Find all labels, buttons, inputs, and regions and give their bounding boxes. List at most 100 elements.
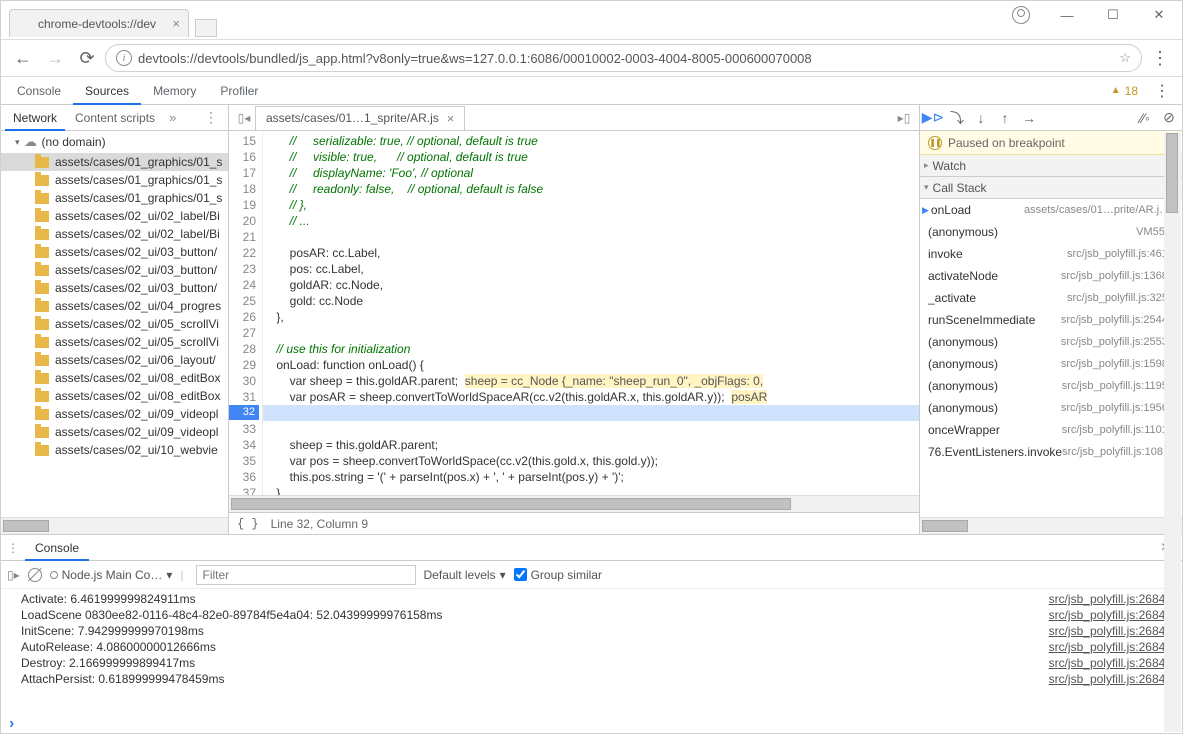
- panel-tab-profiler[interactable]: Profiler: [208, 77, 270, 105]
- editor-tab-close-icon[interactable]: ×: [447, 111, 455, 126]
- reload-button[interactable]: ⟳: [73, 44, 101, 72]
- file-tree-folder[interactable]: assets/cases/02_ui/03_button/: [1, 243, 228, 261]
- devtools-menu-button[interactable]: ⋮: [1146, 81, 1178, 101]
- bookmark-star-icon[interactable]: ☆: [1119, 50, 1131, 66]
- callstack-frame[interactable]: (anonymous)src/jsb_polyfill.js:15981: [920, 353, 1182, 375]
- console-message[interactable]: Destroy: 2.166999999899417mssrc/jsb_poly…: [1, 655, 1182, 671]
- callstack-frame[interactable]: (anonymous)src/jsb_polyfill.js:11958: [920, 375, 1182, 397]
- file-tree-folder[interactable]: assets/cases/02_ui/09_videopl: [1, 423, 228, 441]
- console-prompt[interactable]: ›: [1, 713, 1182, 735]
- console-message[interactable]: LoadScene 0830ee82-0116-48c4-82e0-89784f…: [1, 607, 1182, 623]
- console-source-link[interactable]: src/jsb_polyfill.js:26849: [1049, 672, 1172, 686]
- window-maximize[interactable]: ☐: [1090, 1, 1136, 29]
- browser-menu-button[interactable]: ⋮: [1146, 44, 1174, 72]
- deactivate-breakpoints-button[interactable]: ⁄⁄◦: [1134, 107, 1156, 129]
- callstack-frame[interactable]: (anonymous)src/jsb_polyfill.js:19568: [920, 397, 1182, 419]
- folder-icon: [35, 193, 49, 204]
- browser-tab[interactable]: chrome-devtools://dev ×: [9, 9, 189, 37]
- file-tree-folder[interactable]: assets/cases/02_ui/08_editBox: [1, 387, 228, 405]
- console-message[interactable]: AutoRelease: 4.08600000012666mssrc/jsb_p…: [1, 639, 1182, 655]
- file-tree-folder[interactable]: assets/cases/02_ui/03_button/: [1, 261, 228, 279]
- breakpoint-badge[interactable]: 32: [229, 405, 259, 420]
- window-minimize[interactable]: —: [1044, 1, 1090, 29]
- tab-close-icon[interactable]: ×: [172, 16, 180, 31]
- callstack-frame[interactable]: onceWrappersrc/jsb_polyfill.js:11014: [920, 419, 1182, 441]
- console-source-link[interactable]: src/jsb_polyfill.js:26849: [1049, 656, 1172, 670]
- navigator-tabs-overflow-icon[interactable]: »: [165, 110, 180, 125]
- console-source-link[interactable]: src/jsb_polyfill.js:26849: [1049, 624, 1172, 638]
- address-bar[interactable]: i devtools://devtools/bundled/js_app.htm…: [105, 44, 1142, 72]
- panel-tab-sources[interactable]: Sources: [73, 77, 141, 105]
- file-tree-folder[interactable]: assets/cases/02_ui/06_layout/: [1, 351, 228, 369]
- editor-tab[interactable]: assets/cases/01…1_sprite/AR.js ×: [255, 106, 465, 130]
- console-message[interactable]: Activate: 6.461999999824911mssrc/jsb_pol…: [1, 591, 1182, 607]
- toggle-console-sidebar-icon[interactable]: ▯▸: [7, 568, 20, 582]
- step-over-button[interactable]: ⤵: [946, 107, 968, 129]
- callstack-frame[interactable]: activateNodesrc/jsb_polyfill.js:13682: [920, 265, 1182, 287]
- toggle-debugger-icon[interactable]: ▸▯: [893, 111, 915, 125]
- navigator-more-button[interactable]: ⋮: [204, 109, 224, 126]
- drawer-tab-console[interactable]: Console: [25, 535, 89, 561]
- console-filter-input[interactable]: [196, 565, 416, 585]
- navigator-tab-network[interactable]: Network: [5, 105, 65, 131]
- back-button[interactable]: ←: [9, 44, 37, 72]
- file-tree-folder[interactable]: assets/cases/02_ui/09_videopl: [1, 405, 228, 423]
- callstack-frame[interactable]: (anonymous)VM55:3: [920, 221, 1182, 243]
- page-vscrollbar[interactable]: [1164, 133, 1181, 732]
- pause-on-exceptions-button[interactable]: ⊘: [1158, 107, 1180, 129]
- callstack-frame[interactable]: 76.EventListeners.invokesrc/jsb_polyfill…: [920, 441, 1182, 463]
- console-source-link[interactable]: src/jsb_polyfill.js:26849: [1049, 640, 1172, 654]
- file-tree-folder[interactable]: assets/cases/02_ui/10_webvie: [1, 441, 228, 459]
- callstack-section[interactable]: Call Stack: [920, 177, 1182, 199]
- toggle-navigator-icon[interactable]: ▯◂: [233, 111, 255, 125]
- file-tree-folder[interactable]: assets/cases/02_ui/05_scrollVi: [1, 315, 228, 333]
- panel-tab-memory[interactable]: Memory: [141, 77, 208, 105]
- console-message[interactable]: InitScene: 7.942999999970198mssrc/jsb_po…: [1, 623, 1182, 639]
- file-tree-folder[interactable]: assets/cases/02_ui/02_label/Bi: [1, 225, 228, 243]
- callstack-frame[interactable]: _activatesrc/jsb_polyfill.js:3258: [920, 287, 1182, 309]
- console-output[interactable]: Activate: 6.461999999824911mssrc/jsb_pol…: [1, 589, 1182, 713]
- warnings-badge[interactable]: 18: [1111, 84, 1146, 98]
- clear-console-icon[interactable]: [28, 568, 42, 582]
- execution-context-selector[interactable]: Node.js Main Co… ▾ |: [50, 568, 188, 582]
- console-source-link[interactable]: src/jsb_polyfill.js:26849: [1049, 592, 1172, 606]
- editor-hscrollbar[interactable]: [229, 495, 919, 512]
- file-tree-folder[interactable]: assets/cases/01_graphics/01_s: [1, 189, 228, 207]
- group-similar-checkbox[interactable]: Group similar: [514, 568, 602, 582]
- panel-tab-console[interactable]: Console: [5, 77, 73, 105]
- callstack-frame[interactable]: (anonymous)src/jsb_polyfill.js:25536: [920, 331, 1182, 353]
- step-into-button[interactable]: ↓: [970, 107, 992, 129]
- navigator-hscrollbar[interactable]: [1, 517, 228, 534]
- file-tree-domain[interactable]: ▾ ☁ (no domain): [1, 131, 228, 153]
- pretty-print-icon[interactable]: { }: [237, 517, 259, 531]
- log-level-selector[interactable]: Default levels▾: [424, 568, 506, 582]
- navigator-tab-content-scripts[interactable]: Content scripts: [67, 105, 163, 131]
- site-info-icon[interactable]: i: [116, 50, 132, 66]
- console-source-link[interactable]: src/jsb_polyfill.js:26849: [1049, 608, 1172, 622]
- file-tree-folder[interactable]: assets/cases/01_graphics/01_s: [1, 153, 228, 171]
- watch-section[interactable]: Watch: [920, 155, 1182, 177]
- file-tree-folder[interactable]: assets/cases/01_graphics/01_s: [1, 171, 228, 189]
- callstack-frame[interactable]: invokesrc/jsb_polyfill.js:4610: [920, 243, 1182, 265]
- debugger-hscrollbar[interactable]: [920, 517, 1182, 534]
- code-editor[interactable]: 15 16 17 18 19 20 21 22 23 24 25 26 27 2…: [229, 131, 919, 495]
- user-icon[interactable]: [998, 1, 1044, 29]
- file-tree-folder[interactable]: assets/cases/02_ui/02_label/Bi: [1, 207, 228, 225]
- step-button[interactable]: →: [1018, 107, 1040, 129]
- drawer-menu-icon[interactable]: ⋮: [7, 541, 19, 555]
- console-message[interactable]: AttachPersist: 0.618999999478459mssrc/js…: [1, 671, 1182, 687]
- callstack-frame[interactable]: onLoadassets/cases/01…prite/AR.js:32: [920, 199, 1182, 221]
- tree-expand-icon[interactable]: ▾: [15, 137, 20, 148]
- file-tree-folder[interactable]: assets/cases/02_ui/03_button/: [1, 279, 228, 297]
- new-tab-button[interactable]: [195, 19, 217, 37]
- file-tree-folder[interactable]: assets/cases/02_ui/08_editBox: [1, 369, 228, 387]
- window-close[interactable]: ✕: [1136, 1, 1182, 29]
- file-tree[interactable]: ▾ ☁ (no domain) assets/cases/01_graphics…: [1, 131, 228, 517]
- callstack-frame[interactable]: runSceneImmediatesrc/jsb_polyfill.js:254…: [920, 309, 1182, 331]
- code-content[interactable]: // serializable: true, // optional, defa…: [263, 131, 919, 495]
- step-out-button[interactable]: ↑: [994, 107, 1016, 129]
- line-gutter[interactable]: 15 16 17 18 19 20 21 22 23 24 25 26 27 2…: [229, 131, 263, 495]
- file-tree-folder[interactable]: assets/cases/02_ui/05_scrollVi: [1, 333, 228, 351]
- file-tree-folder[interactable]: assets/cases/02_ui/04_progres: [1, 297, 228, 315]
- resume-button[interactable]: ▶⊳: [922, 107, 944, 129]
